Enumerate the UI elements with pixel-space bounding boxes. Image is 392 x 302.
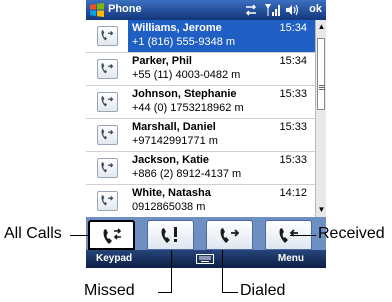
dialed-calls-icon xyxy=(220,228,240,243)
call-type-icon-cell xyxy=(86,119,128,151)
caller-name: Williams, Jerome xyxy=(132,22,222,34)
call-type-icon-cell xyxy=(86,53,128,85)
call-list-item[interactable]: Williams, Jerome 15:34 +1 (816) 555-9348 m xyxy=(86,20,315,53)
call-type-icon-cell xyxy=(86,152,128,184)
call-time: 15:34 xyxy=(279,55,307,67)
volume-icon[interactable] xyxy=(285,3,299,17)
title-bar: Phone ok xyxy=(86,0,326,20)
call-list-item[interactable]: White, Natasha 14:12 0912865038 m xyxy=(86,185,315,217)
call-type-icon-cell xyxy=(86,185,128,217)
caller-name: Parker, Phil xyxy=(132,55,192,67)
outgoing-call-icon xyxy=(97,59,118,79)
caller-name: Johnson, Stephanie xyxy=(132,88,237,100)
callout-line-all-calls xyxy=(70,235,90,236)
outgoing-call-icon xyxy=(97,125,118,145)
call-time: 15:33 xyxy=(279,121,307,133)
ok-button[interactable]: ok xyxy=(309,3,322,15)
callout-line-dialed-vertical xyxy=(222,250,223,293)
menu-softkey[interactable]: Menu xyxy=(278,253,304,264)
caller-number: +55 (11) 4003-0482 m xyxy=(132,69,241,81)
callout-received: Received xyxy=(318,225,385,242)
outgoing-call-icon xyxy=(97,158,118,178)
call-time: 15:33 xyxy=(279,88,307,100)
received-calls-icon xyxy=(279,228,298,243)
signal-strength-icon xyxy=(265,4,280,16)
windows-start-icon[interactable] xyxy=(89,2,105,18)
app-title: Phone xyxy=(108,3,142,15)
call-type-icon-cell xyxy=(86,86,128,118)
tab-missed[interactable] xyxy=(147,220,194,250)
call-list-item[interactable]: Marshall, Daniel 15:33 +97142991771 m xyxy=(86,119,315,152)
vertical-scrollbar[interactable]: ▲ ▼ xyxy=(315,20,326,217)
keypad-softkey[interactable]: Keypad xyxy=(96,253,132,264)
call-type-icon-cell xyxy=(86,20,128,52)
phone-screen: Phone ok Williams, Jerome 15:34 +1 (816) 5… xyxy=(86,0,326,268)
call-list-item[interactable]: Jackson, Katie 15:33 +886 (2) 8912-4137 m xyxy=(86,152,315,185)
tab-dialed[interactable] xyxy=(206,220,253,250)
scroll-down-arrow-icon[interactable]: ▼ xyxy=(317,205,326,215)
outgoing-call-icon xyxy=(97,26,118,46)
soft-key-bar: Keypad Menu xyxy=(86,250,326,268)
callout-line-missed xyxy=(158,292,172,293)
tab-all-calls[interactable] xyxy=(88,220,135,250)
callout-missed: Missed xyxy=(84,282,135,299)
call-list-item[interactable]: Parker, Phil 15:34 +55 (11) 4003-0482 m xyxy=(86,53,315,86)
callout-all-calls: All Calls xyxy=(4,225,62,242)
callout-line-dialed xyxy=(222,292,238,293)
call-time: 14:12 xyxy=(279,187,307,199)
callout-line-missed-vertical xyxy=(171,250,172,293)
caller-number: 0912865038 m xyxy=(132,201,206,213)
caller-number: +97142991771 m xyxy=(132,135,218,147)
all-calls-icon xyxy=(103,228,122,244)
callout-line-received xyxy=(290,235,316,236)
caller-number: +886 (2) 8912-4137 m xyxy=(132,168,242,180)
caller-name: White, Natasha xyxy=(132,187,211,199)
outgoing-call-icon xyxy=(97,92,118,112)
caller-number: +44 (0) 1753218962 m xyxy=(132,102,244,114)
caller-number: +1 (816) 555-9348 m xyxy=(132,36,236,48)
call-filter-tabs xyxy=(86,217,326,250)
call-time: 15:33 xyxy=(279,154,307,166)
outgoing-call-icon xyxy=(97,191,118,211)
scrollbar-thumb[interactable] xyxy=(317,38,325,110)
callout-dialed: Dialed xyxy=(240,282,286,299)
caller-name: Jackson, Katie xyxy=(132,154,210,166)
missed-calls-icon xyxy=(161,227,177,243)
call-history-list[interactable]: Williams, Jerome 15:34 +1 (816) 555-9348 m… xyxy=(86,20,315,217)
call-time: 15:34 xyxy=(279,22,307,34)
sync-icon xyxy=(245,4,257,16)
call-list-item[interactable]: Johnson, Stephanie 15:33 +44 (0) 175321896… xyxy=(86,86,315,119)
scroll-up-arrow-icon[interactable]: ▲ xyxy=(317,22,326,32)
caller-name: Marshall, Daniel xyxy=(132,121,216,133)
keyboard-icon[interactable] xyxy=(196,254,214,264)
